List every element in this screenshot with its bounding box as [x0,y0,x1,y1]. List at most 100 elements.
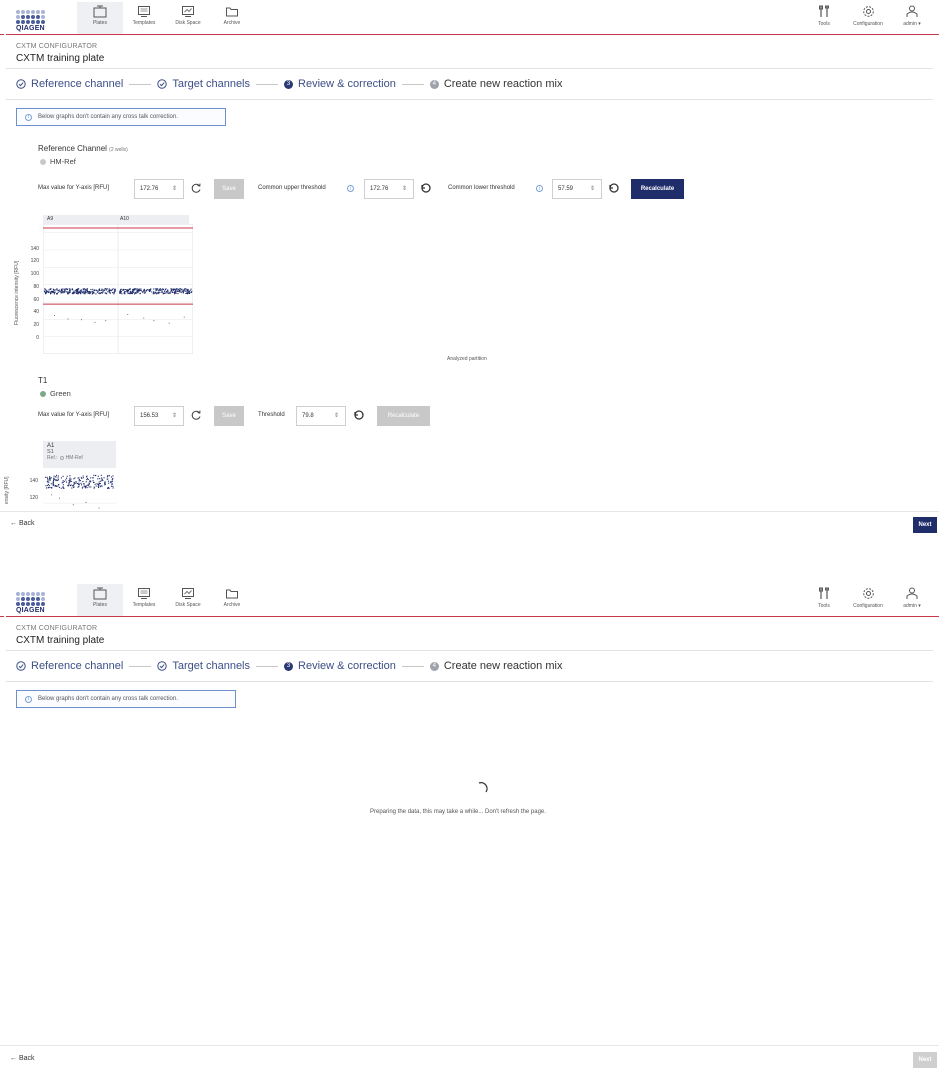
nav-plates[interactable]: Plates [77,2,123,34]
data-point [99,483,101,485]
info-icon[interactable]: i [347,185,354,192]
nav-user-menu[interactable]: admin ▾ [890,584,934,616]
data-point [101,477,103,479]
step-target-channels[interactable]: Target channels [157,78,250,90]
data-point [60,292,62,294]
data-point [168,293,170,295]
data-point [111,483,113,485]
nav-disk-space[interactable]: Disk Space [165,2,211,34]
stepper-arrows-icon[interactable]: ⇕ [590,180,595,198]
data-point [84,289,86,291]
upper-threshold-input[interactable]: 172.76 ⇕ [364,179,414,199]
data-point [186,288,188,290]
step-review-correction[interactable]: 3 Review & correction [284,660,396,672]
qiagen-logo[interactable]: QIAGEN [16,592,46,618]
data-point [76,292,78,294]
nav-configuration[interactable]: Configuration [846,2,890,34]
data-point [110,289,112,291]
data-point [127,314,129,315]
next-button[interactable]: Next [913,517,937,533]
check-circle-icon [16,79,26,89]
data-point [98,507,100,509]
data-point [81,292,83,294]
data-point [82,475,84,477]
lower-threshold-input[interactable]: 57.59 ⇕ [552,179,602,199]
data-point [45,293,47,295]
step-connector [129,83,152,85]
data-point [96,483,98,485]
data-point [132,291,134,293]
save-button[interactable]: Save [214,406,244,426]
nav-templates[interactable]: Templates [121,584,167,616]
nav-archive[interactable]: Archive [209,2,255,34]
reference-plot-area [43,224,193,354]
nav-archive-label: Archive [223,602,241,608]
nav-configuration[interactable]: Configuration [846,584,890,616]
reset-icon[interactable] [420,182,432,194]
nav-archive[interactable]: Archive [209,584,255,616]
data-point [74,292,76,294]
stepper-arrows-icon[interactable]: ⇕ [172,407,177,425]
data-point [84,293,86,295]
data-point [77,288,79,290]
step-reference-channel[interactable]: Reference channel [16,78,123,90]
data-point [98,487,100,489]
step-create-reaction-mix[interactable]: 4 Create new reaction mix [429,660,562,672]
reset-icon[interactable] [608,182,620,194]
nav-user-menu[interactable]: admin ▾ [890,2,934,34]
data-point [73,484,75,486]
info-icon[interactable]: i [536,185,543,192]
stepper-arrows-icon[interactable]: ⇕ [402,180,407,198]
step-review-correction[interactable]: 3 Review & correction [284,78,396,90]
qiagen-logo[interactable]: QIAGEN [16,10,46,36]
back-link[interactable]: ← Back [10,1055,35,1062]
recalculate-button-disabled[interactable]: Recalculate [377,406,430,426]
step-number: 3 [284,661,294,671]
data-point [111,481,113,483]
data-point [56,293,58,295]
refresh-icon[interactable] [190,409,202,421]
data-point [130,292,132,294]
title-separator [6,68,933,69]
data-point [79,291,81,293]
data-point [50,292,52,294]
max-y-input[interactable]: 172.76 ⇕ [134,179,184,199]
nav-templates-label: Templates [132,602,156,608]
data-point [58,484,60,486]
nav-plates[interactable]: Plates [77,584,123,616]
step-target-channels[interactable]: Target channels [157,660,250,672]
data-point [66,481,68,483]
data-point [93,289,95,291]
stepper-arrows-icon[interactable]: ⇕ [334,407,339,425]
nav-templates[interactable]: Templates [121,2,167,34]
recalculate-button[interactable]: Recalculate [631,179,684,199]
step-connector [256,83,279,85]
nav-disk-space-label: Disk Space [175,602,201,608]
data-point [159,289,161,291]
nav-disk-space[interactable]: Disk Space [165,584,211,616]
refresh-icon[interactable] [190,182,202,194]
data-point [162,291,164,293]
data-point [98,288,100,290]
reset-icon[interactable] [353,409,365,421]
data-point [79,480,81,482]
user-icon [906,587,918,599]
data-point [44,288,46,290]
step-label: Reference channel [31,78,124,90]
threshold-input[interactable]: 79.8 ⇕ [296,406,346,426]
stepper-arrows-icon[interactable]: ⇕ [172,180,177,198]
reference-channel-name: HM-Ref [40,157,76,166]
data-point [56,289,58,291]
tools-icon [819,587,829,599]
step-create-reaction-mix[interactable]: 4 Create new reaction mix [429,78,562,90]
data-point [183,316,185,318]
data-point [82,477,84,479]
step-reference-channel[interactable]: Reference channel [16,660,123,672]
nav-tools[interactable]: Tools [802,584,846,616]
nav-tools[interactable]: Tools [802,2,846,34]
data-point [156,288,158,290]
save-button[interactable]: Save [214,179,244,199]
next-button-disabled[interactable]: Next [913,1052,937,1068]
max-y-input[interactable]: 156.53 ⇕ [134,406,184,426]
back-link[interactable]: ← Back [10,520,35,527]
